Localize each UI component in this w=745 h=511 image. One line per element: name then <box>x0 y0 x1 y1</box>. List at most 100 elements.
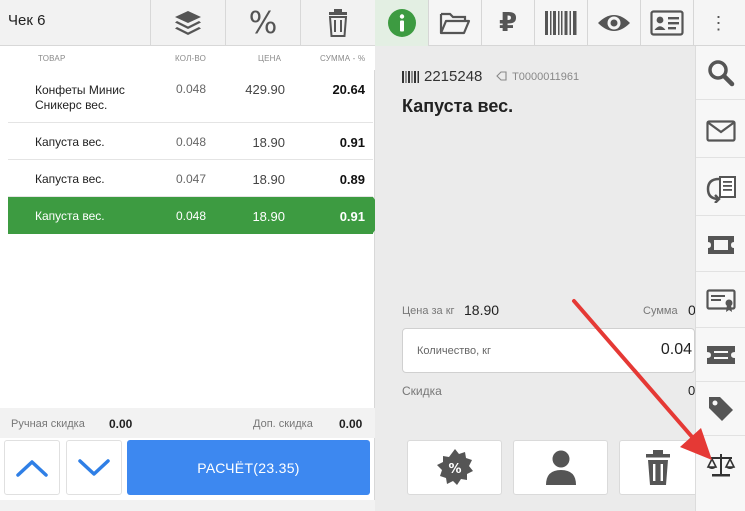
bottom-strip <box>0 500 375 511</box>
col-price: ЦЕНА <box>258 54 282 63</box>
extra-discount-label: Доп. скидка <box>253 418 313 430</box>
tab-client[interactable] <box>640 0 693 46</box>
discount-badge-icon: % <box>436 448 473 485</box>
sum-label: Сумма <box>643 305 678 317</box>
row-price: 18.90 <box>252 172 285 187</box>
row-price: 429.90 <box>245 82 285 97</box>
product-tabs: ₽ ⋮ <box>375 0 745 46</box>
svg-text:%: % <box>448 462 461 477</box>
line-discount-label: Скидка <box>402 384 442 398</box>
receipt-panel: Чек 6 % ТОВАР КОЛ-ВО ЦЕНА СУММА - % Конф… <box>0 0 386 511</box>
product-barcode: 2215248 <box>402 68 482 85</box>
quantity-field[interactable]: Количество, кг 0.04 <box>402 328 695 373</box>
receipt-toolbar: Чек 6 % <box>0 0 375 46</box>
eye-icon <box>598 15 630 31</box>
quantity-label: Количество, кг <box>417 345 492 357</box>
row-qty: 0.048 <box>175 135 206 149</box>
row-name: Капуста вес. <box>35 209 105 223</box>
manual-discount-value: 0.00 <box>109 417 133 431</box>
delete-line-button[interactable] <box>619 440 695 495</box>
search-icon <box>708 59 735 86</box>
layers-button[interactable] <box>150 0 225 46</box>
delete-receipt-button[interactable] <box>300 0 375 46</box>
info-icon <box>387 9 416 37</box>
action-sidebar <box>695 46 745 511</box>
tag-outline-icon <box>496 71 507 81</box>
column-headers: ТОВАР КОЛ-ВО ЦЕНА СУММА - % <box>0 46 375 70</box>
return-button[interactable] <box>696 162 745 216</box>
receipt-lines: Конфеты Минис Сникерс вес. 0.048 429.90 … <box>8 70 386 234</box>
tab-info[interactable] <box>375 0 428 46</box>
envelope-icon <box>706 119 736 142</box>
more-menu-button[interactable]: ⋮ <box>693 0 743 46</box>
product-name: Капуста вес. <box>402 96 514 116</box>
tab-barcode[interactable] <box>534 0 587 46</box>
row-qty: 0.047 <box>175 172 206 186</box>
scales-icon <box>706 454 736 477</box>
barcode-icon <box>545 11 577 35</box>
chevron-down-icon <box>78 458 110 476</box>
receipt-row[interactable]: Капуста вес. 0.048 18.90 0.91 <box>8 123 373 160</box>
ruble-icon: ₽ <box>498 8 518 38</box>
scroll-up-button[interactable] <box>4 440 60 495</box>
row-name: Капуста вес. <box>35 172 105 186</box>
coupon-button[interactable] <box>696 328 745 382</box>
message-button[interactable] <box>696 104 745 158</box>
percent-icon: % <box>248 5 278 41</box>
row-qty: 0.048 <box>175 82 206 96</box>
trash-icon <box>645 449 670 485</box>
layers-icon <box>175 11 201 35</box>
row-price: 18.90 <box>252 209 285 224</box>
quantity-value: 0.04 <box>660 341 692 358</box>
search-button[interactable] <box>696 46 745 100</box>
sum-value: 0 <box>688 302 695 318</box>
price-per-kg-label: Цена за кг <box>402 305 455 317</box>
receipt-row-selected[interactable]: Капуста вес. 0.048 18.90 0.91 <box>8 197 386 234</box>
row-sum: 20.64 <box>332 82 365 97</box>
row-sum: 0.91 <box>339 135 365 150</box>
receipt-row[interactable]: Конфеты Минис Сникерс вес. 0.048 429.90 … <box>8 70 373 123</box>
id-card-icon <box>650 10 684 36</box>
pay-button[interactable]: РАСЧЁТ(23.35) <box>127 440 370 495</box>
tab-price[interactable]: ₽ <box>481 0 534 46</box>
row-sum: 0.89 <box>339 172 365 187</box>
coupon-icon <box>707 345 735 364</box>
price-tag-button[interactable] <box>696 382 745 436</box>
tab-catalog[interactable] <box>428 0 481 46</box>
discount-summary: Ручная скидка 0.00 Доп. скидка 0.00 <box>0 408 375 438</box>
col-sum: СУММА - % <box>320 54 366 63</box>
tab-view[interactable] <box>587 0 640 46</box>
row-sum: 0.91 <box>339 209 365 224</box>
sku-value: Т0000011961 <box>512 71 580 83</box>
extra-discount-value: 0.00 <box>339 417 363 431</box>
folder-open-icon <box>439 12 471 35</box>
trash-icon <box>328 9 348 37</box>
row-qty: 0.048 <box>175 209 206 223</box>
more-vert-icon: ⋮ <box>709 12 728 33</box>
manual-discount-label: Ручная скидка <box>11 418 85 430</box>
receipt-discount-button[interactable]: % <box>225 0 300 46</box>
return-receipt-icon <box>706 175 736 203</box>
tag-icon <box>709 396 733 421</box>
row-name: Капуста вес. <box>35 135 105 149</box>
user-icon <box>545 450 576 485</box>
ticket-button[interactable] <box>696 218 745 272</box>
barcode-value: 2215248 <box>424 68 483 85</box>
line-discount-button[interactable]: % <box>407 440 502 495</box>
price-per-kg-value: 18.90 <box>464 302 500 318</box>
ticket-icon <box>708 235 734 254</box>
chevron-up-icon <box>16 459 48 477</box>
certificate-button[interactable] <box>696 274 745 328</box>
certificate-card-icon <box>706 288 736 312</box>
product-sku: Т0000011961 <box>496 71 579 83</box>
receipt-title: Чек 6 <box>8 12 46 29</box>
col-item: ТОВАР <box>38 54 66 63</box>
col-qty: КОЛ-ВО <box>175 54 207 63</box>
line-discount-value: 0 <box>688 383 695 398</box>
receipt-row[interactable]: Капуста вес. 0.047 18.90 0.89 <box>8 160 373 197</box>
row-name: Конфеты Минис Сникерс вес. <box>35 83 125 112</box>
row-price: 18.90 <box>252 135 285 150</box>
scroll-down-button[interactable] <box>66 440 122 495</box>
scales-button[interactable] <box>696 438 745 492</box>
assign-client-button[interactable] <box>513 440 608 495</box>
